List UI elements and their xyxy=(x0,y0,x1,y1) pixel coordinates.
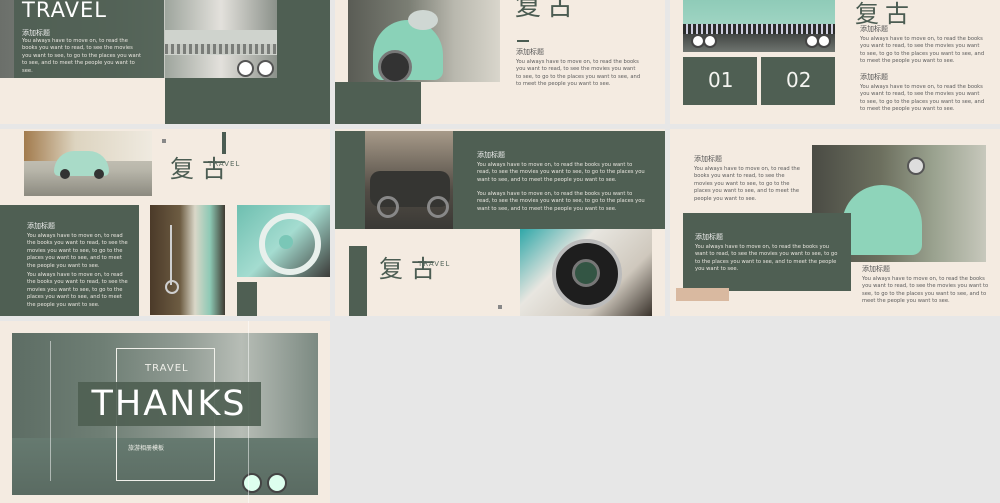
vintage-car-photo-front xyxy=(165,0,277,78)
top-panel xyxy=(335,131,365,229)
section-heading-2: 添加标题 xyxy=(695,233,723,241)
section-body-1: You always have to move on, to read the … xyxy=(860,36,985,65)
car-grille-photo xyxy=(683,0,835,52)
cn-title: 复古 xyxy=(515,0,580,22)
section-body-2: You always have to move on, to read the … xyxy=(695,244,838,273)
key-pendant-photo xyxy=(150,205,225,315)
section-heading-3: 添加标题 xyxy=(862,265,890,273)
slide-7[interactable]: TRAVEL THANKS 旅游相册模板 xyxy=(0,321,330,503)
travel-label: TRAVEL xyxy=(208,160,241,168)
slide-2[interactable]: 复古 添加标题 You always have to move on, to r… xyxy=(335,0,665,124)
section-heading-1: 添加标题 xyxy=(860,25,888,33)
section-body: You always have to move on, to read the … xyxy=(22,38,142,74)
section-body-2: You always have to move on, to read the … xyxy=(477,191,645,212)
section-body-2: You always have to move on, to read the … xyxy=(860,84,985,113)
scooter-photo xyxy=(348,0,500,82)
accent-square xyxy=(237,282,257,316)
subtitle: 旅游相册模板 xyxy=(128,445,165,452)
camera-photo xyxy=(520,229,652,316)
accent-tick xyxy=(162,139,166,143)
section-body: You always have to move on, to read the … xyxy=(516,59,641,88)
accent-tan-block xyxy=(676,288,729,301)
section-heading: 添加标题 xyxy=(27,222,55,230)
section-body-1: You always have to move on, to read the … xyxy=(477,162,645,183)
number-1: 01 xyxy=(708,68,734,92)
section-heading: 添加标题 xyxy=(516,48,544,56)
title-underline xyxy=(517,40,529,42)
antique-car-photo xyxy=(365,131,453,229)
slide-5[interactable]: 添加标题 You always have to move on, to read… xyxy=(335,129,665,316)
section-body-3: You always have to move on, to read the … xyxy=(862,276,989,305)
vintage-beetle-photo xyxy=(24,131,152,196)
steering-wheel-photo xyxy=(237,205,330,277)
section-body-2: You always have to move on, to read the … xyxy=(27,272,128,308)
section-heading: 添加标题 xyxy=(477,151,505,159)
number-2: 02 xyxy=(786,68,812,92)
section-body-1: You always have to move on, to read the … xyxy=(27,233,128,269)
section-body-1: You always have to move on, to read the … xyxy=(694,166,800,202)
slide-3[interactable]: 01 02 复古 添加标题 You always have to move on… xyxy=(670,0,1000,124)
slide-1[interactable]: TRAVEL 添加标题 You always have to move on, … xyxy=(0,0,330,124)
travel-label: TRAVEL xyxy=(145,363,189,374)
section-heading-2: 添加标题 xyxy=(860,73,888,81)
section-heading: 添加标题 xyxy=(22,29,50,37)
slide-title: TRAVEL xyxy=(22,0,107,22)
travel-label: TRAVEL xyxy=(418,260,451,268)
section-heading-1: 添加标题 xyxy=(694,155,722,163)
thanks-title: THANKS xyxy=(91,384,247,424)
accent-block xyxy=(335,82,421,124)
accent-tick xyxy=(498,305,502,309)
accent-bar xyxy=(349,246,367,316)
frame-line xyxy=(50,341,51,481)
slide-4[interactable]: 复古 TRAVEL 添加标题 You always have to move o… xyxy=(0,129,330,316)
slide-6[interactable]: 添加标题 You always have to move on, to read… xyxy=(670,129,1000,316)
